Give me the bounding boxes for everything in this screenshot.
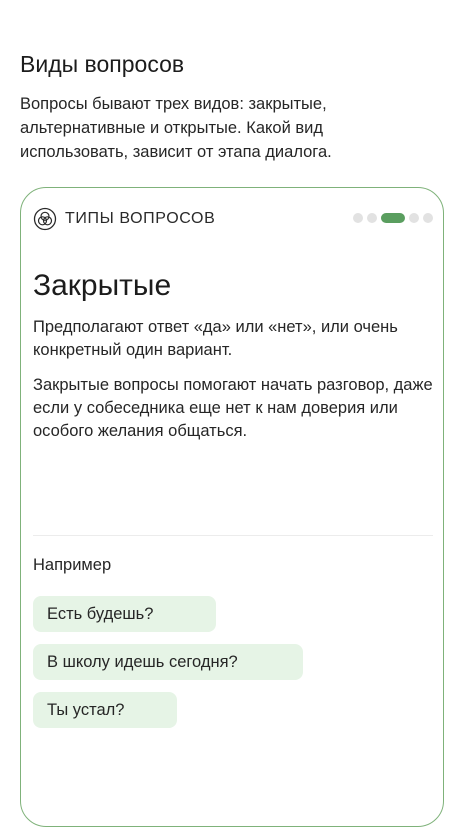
progress-dot[interactable] bbox=[367, 213, 377, 223]
section-description: Вопросы бывают трех видов: закрытые, аль… bbox=[20, 95, 332, 161]
example-chip: Есть будешь? bbox=[33, 596, 216, 632]
progress-dot-active[interactable] bbox=[381, 213, 405, 223]
divider bbox=[33, 535, 433, 536]
example-chip: Ты устал? bbox=[33, 692, 177, 728]
card-title: Закрытые bbox=[33, 269, 172, 302]
progress-dot[interactable] bbox=[353, 213, 363, 223]
progress-dot[interactable] bbox=[409, 213, 419, 223]
question-types-card[interactable]: ТИПЫ ВОПРОСОВ Закрытые Предполагают отве… bbox=[20, 187, 444, 827]
example-chip: В школу идешь сегодня? bbox=[33, 644, 303, 680]
card-header: ТИПЫ ВОПРОСОВ bbox=[33, 206, 215, 232]
card-category-label: ТИПЫ ВОПРОСОВ bbox=[65, 210, 216, 227]
card-paragraph-1: Предполагают ответ «да» или «нет», или о… bbox=[33, 318, 398, 359]
card-paragraph-2: Закрытые вопросы помогают начать разгово… bbox=[33, 376, 433, 440]
section-title: Виды вопросов bbox=[20, 51, 185, 77]
carousel-progress-dots[interactable] bbox=[353, 213, 433, 223]
progress-dot[interactable] bbox=[423, 213, 433, 223]
examples-label: Например bbox=[33, 556, 112, 574]
venn-circles-icon bbox=[33, 207, 57, 231]
